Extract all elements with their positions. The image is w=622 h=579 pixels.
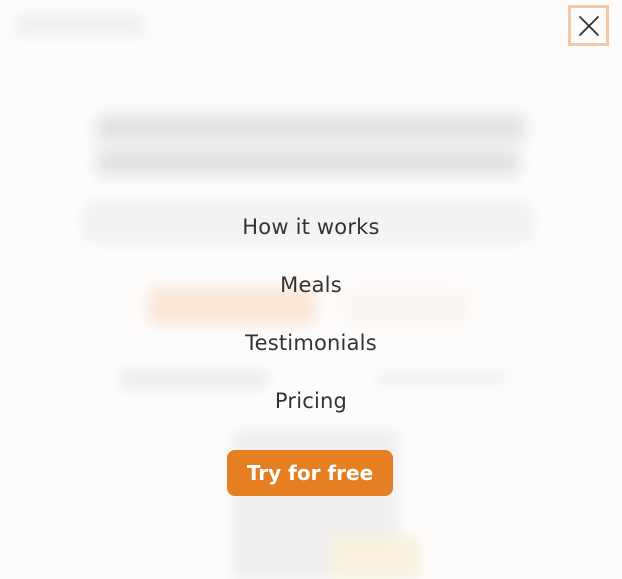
nav-link-how-it-works[interactable]: How it works [242,215,379,239]
mobile-nav-overlay: How it works Meals Testimonials Pricing … [0,0,622,579]
nav-item-how-it-works: How it works [0,208,622,266]
main-nav: How it works Meals Testimonials Pricing [0,208,622,440]
nav-link-meals[interactable]: Meals [280,273,342,297]
nav-item-testimonials: Testimonials [0,324,622,382]
close-icon [577,14,601,38]
nav-item-pricing: Pricing [0,382,622,440]
nav-item-meals: Meals [0,266,622,324]
close-button[interactable] [568,5,609,46]
try-for-free-button[interactable]: Try for free [227,450,393,496]
nav-link-pricing[interactable]: Pricing [275,389,347,413]
nav-link-testimonials[interactable]: Testimonials [245,331,377,355]
